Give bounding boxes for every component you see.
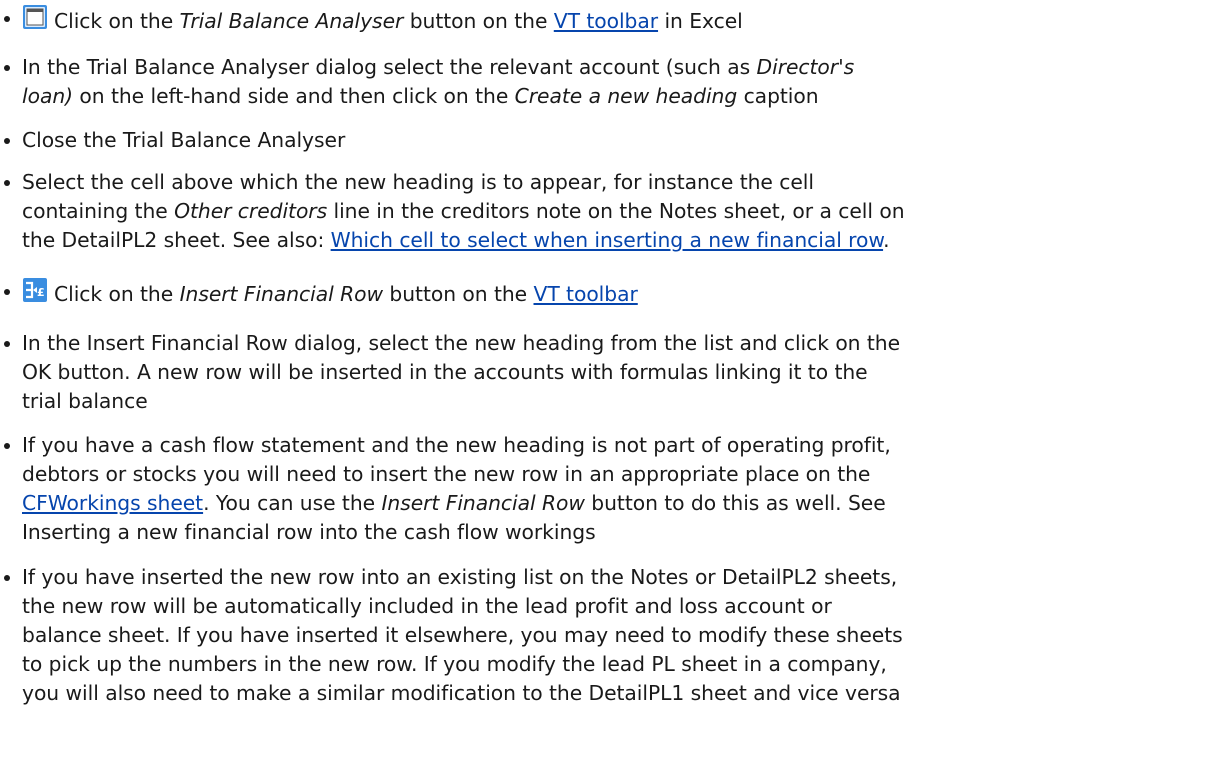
- window-icon: [23, 5, 47, 29]
- text: to pick up the numbers in the new row. I…: [22, 652, 887, 676]
- list-item-existing-list: If you have inserted the new row into an…: [0, 563, 903, 708]
- text: If you have a cash flow statement and th…: [22, 433, 891, 457]
- list-item-select-account: In the Trial Balance Analyser dialog sel…: [0, 53, 854, 111]
- emphasis: Insert Financial Row: [179, 282, 384, 306]
- text: caption: [737, 84, 819, 108]
- list-item-insert-dialog: In the Insert Financial Row dialog, sele…: [0, 329, 900, 416]
- text: Inserting a new financial row into the c…: [22, 520, 596, 544]
- list-item-trial-balance-analyser: Click on the Trial Balance Analyser butt…: [0, 4, 743, 36]
- cfworkings-link[interactable]: CFWorkings sheet: [22, 491, 203, 515]
- vt-toolbar-link[interactable]: VT toolbar: [534, 282, 638, 306]
- text: debtors or stocks you will need to inser…: [22, 462, 871, 486]
- emphasis: Trial Balance Analyser: [179, 9, 404, 33]
- text: in Excel: [658, 9, 743, 33]
- text: trial balance: [22, 389, 148, 413]
- text: on the left-hand side and then click on …: [73, 84, 515, 108]
- emphasis: Insert Financial Row: [381, 491, 585, 515]
- insert-row-icon: £: [23, 278, 47, 302]
- list-item-cash-flow: If you have a cash flow statement and th…: [0, 431, 891, 547]
- text: Click on the: [54, 9, 180, 33]
- text: Click on the: [54, 282, 180, 306]
- emphasis: Create a new heading: [514, 84, 738, 108]
- text: line in the creditors note on the Notes …: [327, 199, 905, 223]
- help-page: Click on the Trial Balance Analyser butt…: [0, 0, 1222, 757]
- text: you will also need to make a similar mod…: [22, 681, 901, 705]
- text: .: [883, 228, 890, 252]
- text: button to do this as well. See: [584, 491, 886, 515]
- text: Select the cell above which the new head…: [22, 170, 814, 194]
- list-item-close: Close the Trial Balance Analyser: [0, 126, 345, 155]
- emphasis: loan): [22, 84, 73, 108]
- text: the new row will be automatically includ…: [22, 594, 832, 618]
- text: the DetailPL2 sheet. See also:: [22, 228, 331, 252]
- text: button on the: [403, 9, 554, 33]
- list-item-insert-financial-row: £ Click on the Insert Financial Row butt…: [0, 277, 638, 309]
- text: If you have inserted the new row into an…: [22, 565, 898, 589]
- text: containing the: [22, 199, 175, 223]
- text: balance sheet. If you have inserted it e…: [22, 623, 903, 647]
- text: In the Trial Balance Analyser dialog sel…: [22, 55, 757, 79]
- emphasis: Director's: [756, 55, 855, 79]
- svg-text:£: £: [37, 286, 45, 299]
- list-item-select-cell: Select the cell above which the new head…: [0, 168, 905, 255]
- text: button on the: [383, 282, 534, 306]
- text: OK button. A new row will be inserted in…: [22, 360, 868, 384]
- vt-toolbar-link[interactable]: VT toolbar: [554, 9, 658, 33]
- text: Close the Trial Balance Analyser: [22, 128, 346, 152]
- emphasis: Other creditors: [174, 199, 328, 223]
- text: . You can use the: [203, 491, 382, 515]
- which-cell-link[interactable]: Which cell to select when inserting a ne…: [331, 228, 883, 252]
- text: In the Insert Financial Row dialog, sele…: [22, 331, 901, 355]
